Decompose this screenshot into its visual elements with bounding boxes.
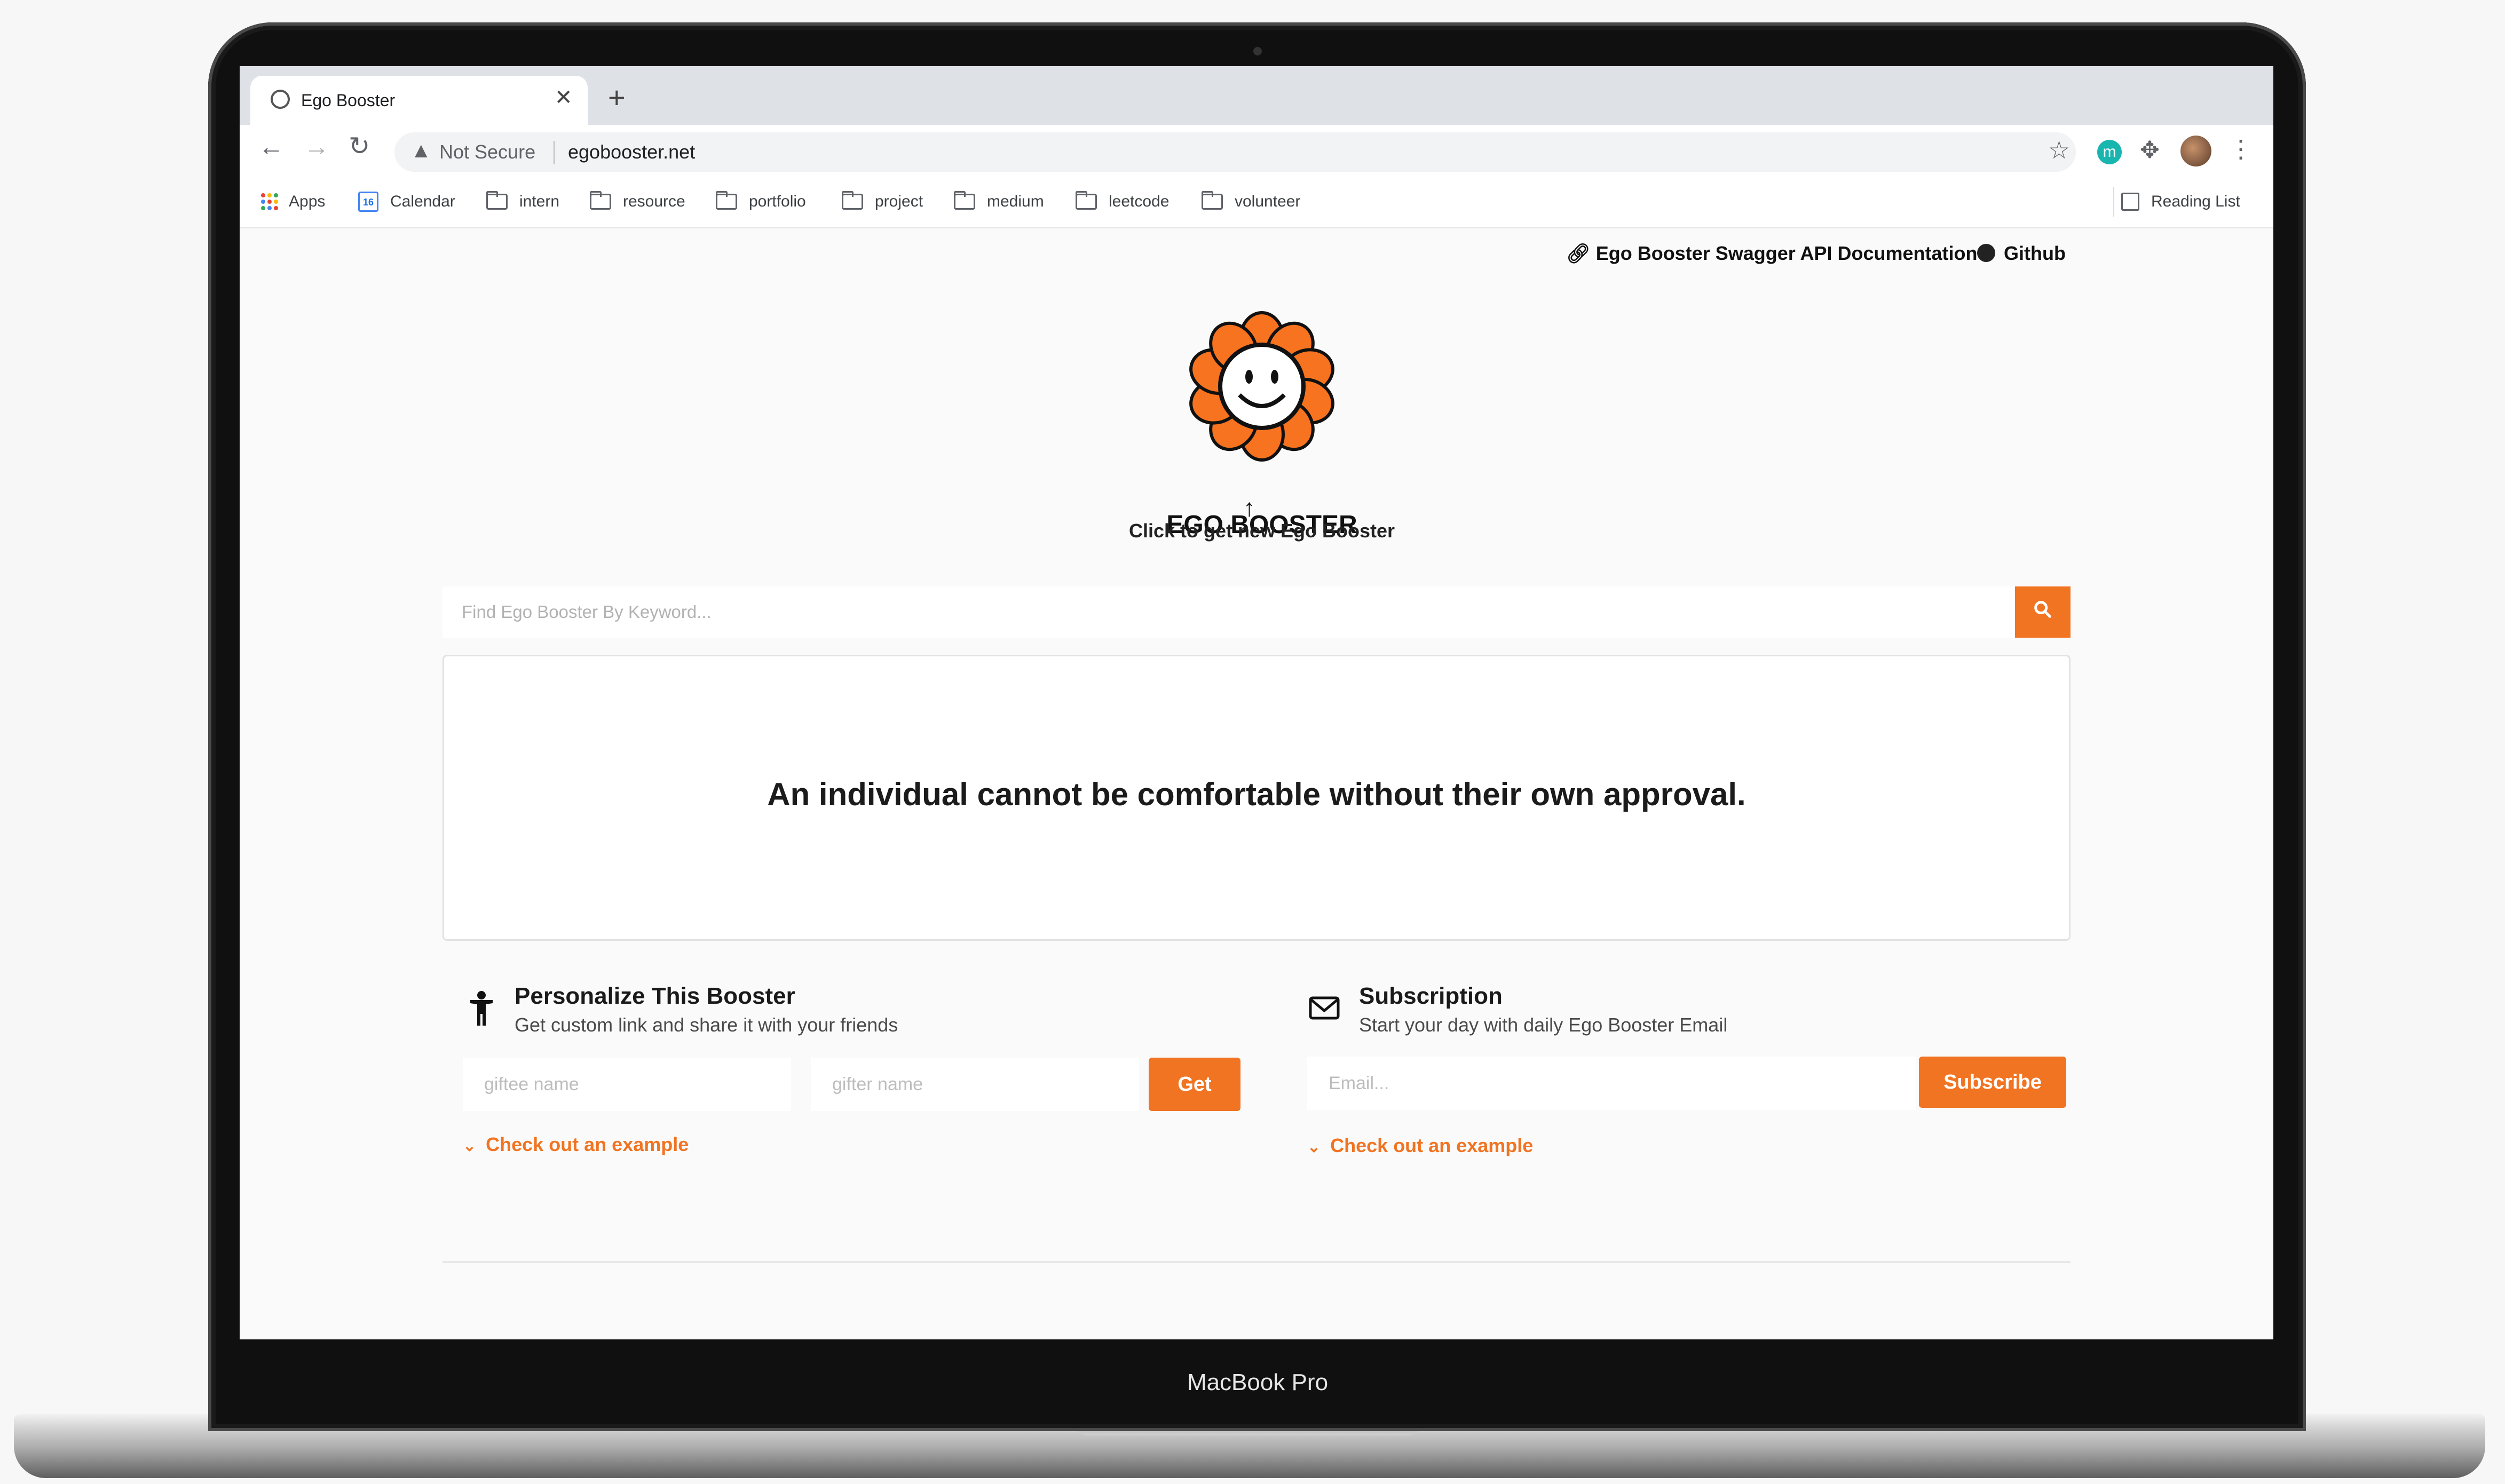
email-input[interactable] (1307, 1057, 1916, 1110)
subscription-example-link[interactable]: ⌄ Check out an example (1307, 1134, 1533, 1157)
new-tab-button[interactable]: + (608, 80, 626, 115)
folder-icon (486, 191, 508, 210)
folder-icon (1076, 191, 1097, 210)
personalize-example-link[interactable]: ⌄ Check out an example (463, 1133, 689, 1156)
menu-icon[interactable]: ⋮ (2229, 134, 2253, 163)
subscribe-button[interactable]: Subscribe (1919, 1057, 2066, 1108)
example-label: Check out an example (486, 1133, 689, 1155)
person-icon (470, 991, 493, 1026)
folder-icon (716, 191, 737, 210)
bookmark-calendar[interactable]: 16 Calendar (358, 190, 455, 213)
bookmark-volunteer[interactable]: volunteer (1202, 190, 1300, 213)
forward-button[interactable]: → (304, 132, 329, 162)
personalize-title: Personalize This Booster (515, 983, 795, 1009)
reading-list-label: Reading List (2151, 193, 2240, 210)
folder-icon (590, 191, 611, 210)
bookmark-portfolio[interactable]: portfolio (716, 190, 806, 213)
github-link[interactable]: Github (1977, 242, 2066, 265)
url-text[interactable]: egobooster.net (568, 141, 695, 163)
folder-icon (954, 191, 975, 210)
back-button[interactable]: ← (258, 132, 284, 162)
ego-booster-logo[interactable]: EGO BOOSTER (1150, 298, 1374, 544)
search-button[interactable] (2015, 586, 2071, 638)
screen: Ego Booster ✕ + ← → ↻ ▲ Not Secure egobo… (240, 66, 2273, 1339)
bookmark-label: Apps (289, 193, 326, 210)
giftee-name-input[interactable] (463, 1058, 791, 1111)
gifter-name-input[interactable] (811, 1058, 1139, 1111)
github-label: Github (2004, 242, 2066, 264)
calendar-icon: 16 (358, 192, 378, 212)
api-docs-link[interactable]: 🔗︎ Ego Booster Swagger API Documentation (1566, 242, 1977, 265)
chevron-down-icon: ⌄ (463, 1137, 477, 1155)
security-status[interactable]: Not Secure (439, 141, 535, 163)
reading-list-icon (2121, 193, 2139, 211)
warning-icon: ▲ (410, 139, 432, 162)
bookmarks-divider (2113, 187, 2114, 217)
bookmark-label: intern (519, 193, 560, 210)
bookmark-label: project (875, 193, 923, 210)
globe-icon (271, 90, 290, 109)
bookmark-apps[interactable]: Apps (261, 190, 325, 213)
bookmark-label: leetcode (1109, 193, 1169, 210)
example-label: Check out an example (1330, 1134, 1534, 1156)
link-icon: 🔗︎ (1566, 242, 1591, 264)
arrow-up-icon: ↑ (1243, 494, 1255, 521)
camera (1253, 47, 1262, 55)
bookmark-label: medium (987, 193, 1044, 210)
quote-text: An individual cannot be comfortable with… (767, 776, 1746, 812)
personalize-subtitle: Get custom link and share it with your f… (515, 1014, 898, 1036)
avatar[interactable] (2180, 136, 2211, 166)
chevron-down-icon: ⌄ (1307, 1138, 1321, 1156)
reading-list-button[interactable]: Reading List (2121, 190, 2240, 213)
get-button[interactable]: Get (1149, 1058, 1240, 1111)
puzzle-icon[interactable]: ✥ (2140, 137, 2160, 164)
apps-icon (261, 193, 278, 210)
bookmark-resource[interactable]: resource (590, 190, 685, 213)
url-divider (554, 141, 555, 164)
bookmark-intern[interactable]: intern (486, 190, 559, 213)
bookmark-project[interactable]: project (842, 190, 923, 213)
reload-button[interactable]: ↻ (349, 131, 370, 161)
bookmark-leetcode[interactable]: leetcode (1076, 190, 1169, 213)
subscription-title: Subscription (1359, 983, 1503, 1009)
extension-icon[interactable]: m (2097, 140, 2122, 164)
github-icon (1977, 244, 1995, 262)
mail-icon (1309, 996, 1340, 1020)
device-label: MacBook Pro (1187, 1369, 1329, 1395)
api-docs-label: Ego Booster Swagger API Documentation (1595, 242, 1978, 264)
folder-icon (842, 191, 863, 210)
tab-title: Ego Booster (301, 91, 396, 110)
new-booster-hint: Click to get new Ego Booster (1128, 520, 1395, 542)
close-icon[interactable]: ✕ (555, 85, 573, 110)
bookmark-label: Calendar (390, 193, 455, 210)
bookmark-label: resource (623, 193, 685, 210)
search-input[interactable] (442, 586, 2020, 638)
star-icon[interactable]: ☆ (2048, 136, 2070, 164)
footer-divider (442, 1261, 2071, 1263)
bookmark-label: volunteer (1235, 193, 1301, 210)
folder-icon (1202, 191, 1223, 210)
search-icon (2034, 601, 2051, 618)
subscription-subtitle: Start your day with daily Ego Booster Em… (1359, 1014, 1728, 1036)
bookmark-label: portfolio (749, 193, 806, 210)
bookmark-medium[interactable]: medium (954, 190, 1044, 213)
